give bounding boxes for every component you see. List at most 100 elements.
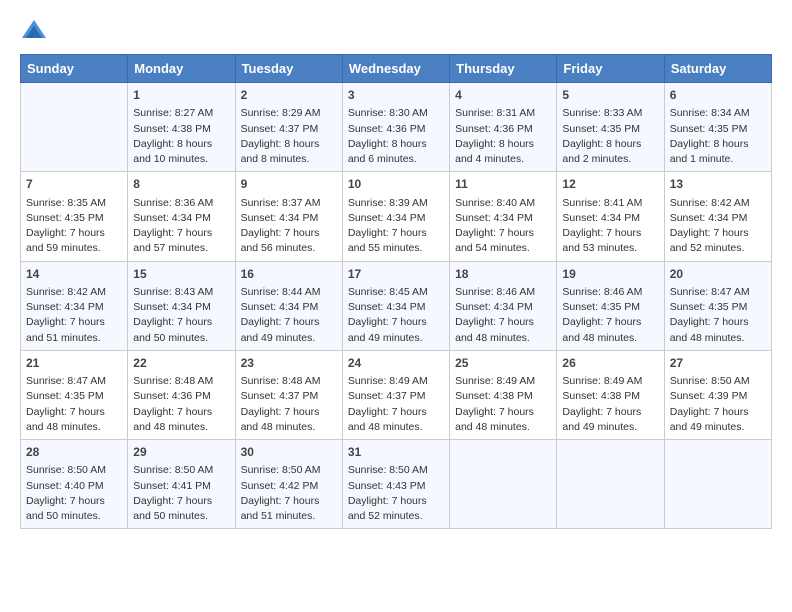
day-info: Sunrise: 8:48 AM Sunset: 4:36 PM Dayligh… — [133, 374, 229, 435]
week-row-2: 7 Sunrise: 8:35 AM Sunset: 4:35 PM Daylig… — [21, 172, 772, 261]
day-info: Sunrise: 8:50 AM Sunset: 4:39 PM Dayligh… — [670, 374, 766, 435]
calendar-cell: 14 Sunrise: 8:42 AM Sunset: 4:34 PM Dayli… — [21, 261, 128, 350]
weekday-header-row: SundayMondayTuesdayWednesdayThursdayFrid… — [21, 55, 772, 83]
day-number: 22 — [133, 355, 229, 372]
day-info: Sunrise: 8:42 AM Sunset: 4:34 PM Dayligh… — [26, 285, 122, 346]
day-number: 31 — [348, 444, 444, 461]
day-number: 12 — [562, 176, 658, 193]
calendar-cell: 19 Sunrise: 8:46 AM Sunset: 4:35 PM Dayli… — [557, 261, 664, 350]
calendar-cell: 1 Sunrise: 8:27 AM Sunset: 4:38 PM Daylig… — [128, 83, 235, 172]
day-info: Sunrise: 8:40 AM Sunset: 4:34 PM Dayligh… — [455, 196, 551, 257]
weekday-header-tuesday: Tuesday — [235, 55, 342, 83]
weekday-header-monday: Monday — [128, 55, 235, 83]
calendar-cell: 2 Sunrise: 8:29 AM Sunset: 4:37 PM Daylig… — [235, 83, 342, 172]
day-info: Sunrise: 8:50 AM Sunset: 4:40 PM Dayligh… — [26, 463, 122, 524]
day-number: 7 — [26, 176, 122, 193]
calendar-cell: 25 Sunrise: 8:49 AM Sunset: 4:38 PM Dayli… — [450, 350, 557, 439]
calendar-cell: 15Sunrise: 8:43 AM Sunset: 4:34 PM Dayli… — [128, 261, 235, 350]
day-info: Sunrise: 8:35 AM Sunset: 4:35 PM Dayligh… — [26, 196, 122, 257]
day-number: 14 — [26, 266, 122, 283]
day-number: 19 — [562, 266, 658, 283]
calendar-cell: 6 Sunrise: 8:34 AM Sunset: 4:35 PM Daylig… — [664, 83, 771, 172]
day-number: 8 — [133, 176, 229, 193]
calendar-cell — [557, 440, 664, 529]
day-info: Sunrise: 8:43 AM Sunset: 4:34 PM Dayligh… — [133, 285, 229, 346]
week-row-3: 14 Sunrise: 8:42 AM Sunset: 4:34 PM Dayli… — [21, 261, 772, 350]
calendar-cell: 12Sunrise: 8:41 AM Sunset: 4:34 PM Dayli… — [557, 172, 664, 261]
day-number: 27 — [670, 355, 766, 372]
day-info: Sunrise: 8:48 AM Sunset: 4:37 PM Dayligh… — [241, 374, 337, 435]
day-info: Sunrise: 8:47 AM Sunset: 4:35 PM Dayligh… — [670, 285, 766, 346]
day-number: 2 — [241, 87, 337, 104]
calendar-cell: 18Sunrise: 8:46 AM Sunset: 4:34 PM Dayli… — [450, 261, 557, 350]
day-info: Sunrise: 8:45 AM Sunset: 4:34 PM Dayligh… — [348, 285, 444, 346]
week-row-5: 28 Sunrise: 8:50 AM Sunset: 4:40 PM Dayli… — [21, 440, 772, 529]
calendar-cell: 9 Sunrise: 8:37 AM Sunset: 4:34 PM Daylig… — [235, 172, 342, 261]
day-number: 13 — [670, 176, 766, 193]
day-info: Sunrise: 8:47 AM Sunset: 4:35 PM Dayligh… — [26, 374, 122, 435]
day-number: 10 — [348, 176, 444, 193]
calendar-cell: 8 Sunrise: 8:36 AM Sunset: 4:34 PM Daylig… — [128, 172, 235, 261]
weekday-header-friday: Friday — [557, 55, 664, 83]
calendar-table: SundayMondayTuesdayWednesdayThursdayFrid… — [20, 54, 772, 529]
day-number: 3 — [348, 87, 444, 104]
day-number: 5 — [562, 87, 658, 104]
weekday-header-thursday: Thursday — [450, 55, 557, 83]
logo-icon — [20, 16, 48, 44]
calendar-cell: 24 Sunrise: 8:49 AM Sunset: 4:37 PM Dayli… — [342, 350, 449, 439]
day-info: Sunrise: 8:29 AM Sunset: 4:37 PM Dayligh… — [241, 106, 337, 167]
day-info: Sunrise: 8:46 AM Sunset: 4:34 PM Dayligh… — [455, 285, 551, 346]
day-info: Sunrise: 8:36 AM Sunset: 4:34 PM Dayligh… — [133, 196, 229, 257]
calendar-cell: 21 Sunrise: 8:47 AM Sunset: 4:35 PM Dayli… — [21, 350, 128, 439]
day-number: 17 — [348, 266, 444, 283]
week-row-4: 21 Sunrise: 8:47 AM Sunset: 4:35 PM Dayli… — [21, 350, 772, 439]
day-info: Sunrise: 8:37 AM Sunset: 4:34 PM Dayligh… — [241, 196, 337, 257]
day-number: 28 — [26, 444, 122, 461]
day-info: Sunrise: 8:50 AM Sunset: 4:42 PM Dayligh… — [241, 463, 337, 524]
day-info: Sunrise: 8:49 AM Sunset: 4:37 PM Dayligh… — [348, 374, 444, 435]
day-number: 23 — [241, 355, 337, 372]
calendar-cell: 11 Sunrise: 8:40 AM Sunset: 4:34 PM Dayli… — [450, 172, 557, 261]
calendar-cell: 5 Sunrise: 8:33 AM Sunset: 4:35 PM Daylig… — [557, 83, 664, 172]
day-info: Sunrise: 8:49 AM Sunset: 4:38 PM Dayligh… — [455, 374, 551, 435]
day-info: Sunrise: 8:50 AM Sunset: 4:43 PM Dayligh… — [348, 463, 444, 524]
calendar-cell: 13 Sunrise: 8:42 AM Sunset: 4:34 PM Dayli… — [664, 172, 771, 261]
day-number: 21 — [26, 355, 122, 372]
day-number: 24 — [348, 355, 444, 372]
calendar-cell: 30 Sunrise: 8:50 AM Sunset: 4:42 PM Dayli… — [235, 440, 342, 529]
header — [20, 16, 772, 44]
day-info: Sunrise: 8:39 AM Sunset: 4:34 PM Dayligh… — [348, 196, 444, 257]
day-info: Sunrise: 8:42 AM Sunset: 4:34 PM Dayligh… — [670, 196, 766, 257]
day-number: 26 — [562, 355, 658, 372]
day-info: Sunrise: 8:27 AM Sunset: 4:38 PM Dayligh… — [133, 106, 229, 167]
day-number: 1 — [133, 87, 229, 104]
calendar-cell: 3 Sunrise: 8:30 AM Sunset: 4:36 PM Daylig… — [342, 83, 449, 172]
day-info: Sunrise: 8:30 AM Sunset: 4:36 PM Dayligh… — [348, 106, 444, 167]
day-number: 11 — [455, 176, 551, 193]
weekday-header-wednesday: Wednesday — [342, 55, 449, 83]
day-number: 30 — [241, 444, 337, 461]
day-number: 6 — [670, 87, 766, 104]
day-info: Sunrise: 8:49 AM Sunset: 4:38 PM Dayligh… — [562, 374, 658, 435]
day-number: 25 — [455, 355, 551, 372]
day-info: Sunrise: 8:46 AM Sunset: 4:35 PM Dayligh… — [562, 285, 658, 346]
calendar-cell: 29Sunrise: 8:50 AM Sunset: 4:41 PM Dayli… — [128, 440, 235, 529]
calendar-cell: 17 Sunrise: 8:45 AM Sunset: 4:34 PM Dayli… — [342, 261, 449, 350]
day-info: Sunrise: 8:31 AM Sunset: 4:36 PM Dayligh… — [455, 106, 551, 167]
day-number: 9 — [241, 176, 337, 193]
day-info: Sunrise: 8:44 AM Sunset: 4:34 PM Dayligh… — [241, 285, 337, 346]
calendar-cell: 10 Sunrise: 8:39 AM Sunset: 4:34 PM Dayli… — [342, 172, 449, 261]
calendar-cell: 22 Sunrise: 8:48 AM Sunset: 4:36 PM Dayli… — [128, 350, 235, 439]
day-info: Sunrise: 8:33 AM Sunset: 4:35 PM Dayligh… — [562, 106, 658, 167]
calendar-cell — [21, 83, 128, 172]
day-info: Sunrise: 8:34 AM Sunset: 4:35 PM Dayligh… — [670, 106, 766, 167]
calendar-cell: 27 Sunrise: 8:50 AM Sunset: 4:39 PM Dayli… — [664, 350, 771, 439]
weekday-header-saturday: Saturday — [664, 55, 771, 83]
day-number: 4 — [455, 87, 551, 104]
day-number: 20 — [670, 266, 766, 283]
calendar-cell: 20 Sunrise: 8:47 AM Sunset: 4:35 PM Dayli… — [664, 261, 771, 350]
calendar-cell: 31 Sunrise: 8:50 AM Sunset: 4:43 PM Dayli… — [342, 440, 449, 529]
calendar-cell: 4 Sunrise: 8:31 AM Sunset: 4:36 PM Daylig… — [450, 83, 557, 172]
calendar-cell — [664, 440, 771, 529]
calendar-cell: 28 Sunrise: 8:50 AM Sunset: 4:40 PM Dayli… — [21, 440, 128, 529]
